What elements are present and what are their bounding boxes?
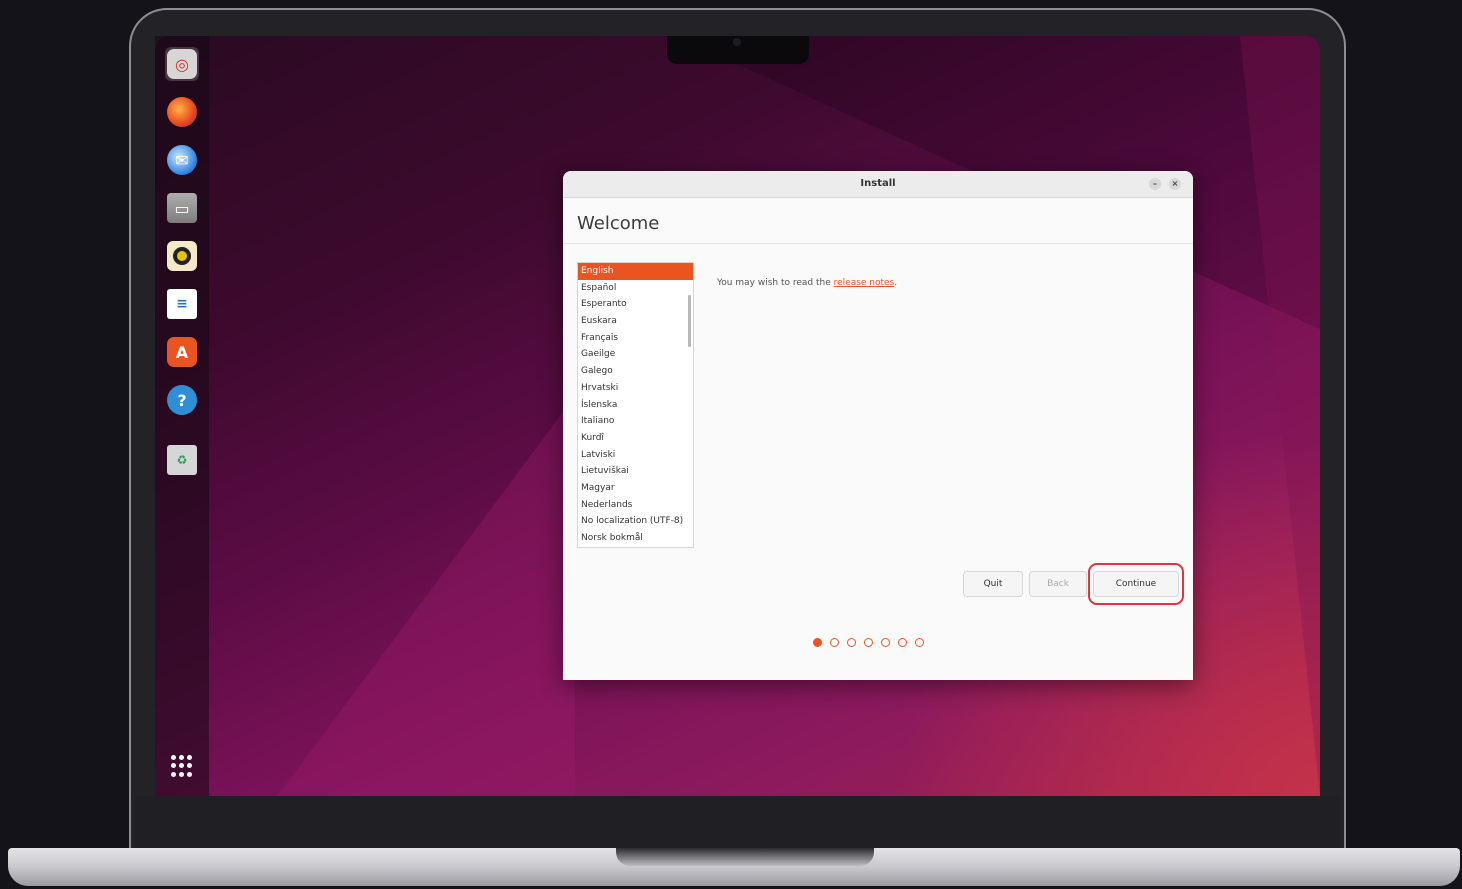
language-item[interactable]: Norsk bokmål xyxy=(578,530,693,547)
language-item[interactable]: Kurdî xyxy=(578,430,693,447)
language-item[interactable]: Nederlands xyxy=(578,497,693,514)
language-item[interactable]: English xyxy=(578,263,693,280)
language-item[interactable]: Español xyxy=(578,280,693,297)
rhythmbox-icon[interactable] xyxy=(165,239,199,273)
trash-icon-glyph: ♻ xyxy=(167,445,197,475)
show-apps-icon[interactable] xyxy=(171,755,193,777)
step-dot xyxy=(830,638,839,647)
language-item[interactable]: Magyar xyxy=(578,480,693,497)
back-button[interactable]: Back xyxy=(1029,571,1087,597)
rhythmbox-icon-glyph xyxy=(167,241,197,271)
camera-icon xyxy=(733,38,741,46)
help-icon-glyph: ? xyxy=(167,385,197,415)
firefox-icon[interactable] xyxy=(165,95,199,129)
divider xyxy=(563,243,1193,244)
step-dot xyxy=(813,638,822,647)
language-item[interactable]: Gaeilge xyxy=(578,346,693,363)
language-item[interactable]: Esperanto xyxy=(578,296,693,313)
language-item[interactable]: Hrvatski xyxy=(578,380,693,397)
language-item[interactable]: Français xyxy=(578,330,693,347)
continue-button[interactable]: Continue xyxy=(1093,571,1179,597)
release-notes-suffix: . xyxy=(894,278,898,288)
app-center-icon-glyph: A xyxy=(167,337,197,367)
laptop-opening-notch xyxy=(616,848,874,866)
close-button[interactable]: × xyxy=(1169,178,1181,190)
step-dot xyxy=(898,638,907,647)
help-icon[interactable]: ? xyxy=(165,383,199,417)
thunderbird-icon-glyph: ✉ xyxy=(167,145,197,175)
window-title: Install xyxy=(860,178,896,189)
wallpaper-shape xyxy=(255,396,575,796)
release-notes-text: You may wish to read the release notes. xyxy=(717,278,897,288)
language-list-scrollbar[interactable] xyxy=(688,295,691,347)
trash-icon[interactable]: ♻ xyxy=(165,443,199,477)
firefox-icon-glyph xyxy=(167,97,197,127)
installer-icon-glyph: ◎ xyxy=(167,49,197,79)
camera-notch xyxy=(667,36,809,64)
step-dot xyxy=(847,638,856,647)
language-item[interactable]: Lietuviškai xyxy=(578,463,693,480)
step-dot xyxy=(915,638,924,647)
language-item[interactable]: No localization (UTF-8) xyxy=(578,513,693,530)
files-icon-glyph: ▭ xyxy=(167,193,197,223)
thunderbird-icon[interactable]: ✉ xyxy=(165,143,199,177)
language-item[interactable]: Galego xyxy=(578,363,693,380)
step-dot xyxy=(881,638,890,647)
language-item[interactable]: Euskara xyxy=(578,313,693,330)
language-item[interactable]: Íslenska xyxy=(578,397,693,414)
quit-button[interactable]: Quit xyxy=(963,571,1023,597)
app-center-icon[interactable]: A xyxy=(165,335,199,369)
installer-icon[interactable]: ◎ xyxy=(165,47,199,81)
wallpaper-shape xyxy=(1240,36,1320,796)
language-item[interactable]: Latviski xyxy=(578,447,693,464)
window-titlebar: Install – × xyxy=(563,171,1193,198)
screen-bezel-bottom xyxy=(135,796,1340,852)
files-icon[interactable]: ▭ xyxy=(165,191,199,225)
installer-window: Install – × Welcome English Español Espe… xyxy=(563,171,1193,680)
step-indicator xyxy=(813,638,924,647)
page-title: Welcome xyxy=(577,213,660,234)
language-item[interactable]: Italiano xyxy=(578,413,693,430)
step-dot xyxy=(864,638,873,647)
minimize-button[interactable]: – xyxy=(1149,178,1161,190)
laptop-base xyxy=(8,848,1460,886)
release-notes-prefix: You may wish to read the xyxy=(717,278,834,288)
libreoffice-writer-icon[interactable]: ≡ xyxy=(165,287,199,321)
libreoffice-writer-icon-glyph: ≡ xyxy=(167,289,197,319)
release-notes-link[interactable]: release notes xyxy=(834,278,895,288)
language-list[interactable]: English Español Esperanto Euskara França… xyxy=(577,262,694,548)
